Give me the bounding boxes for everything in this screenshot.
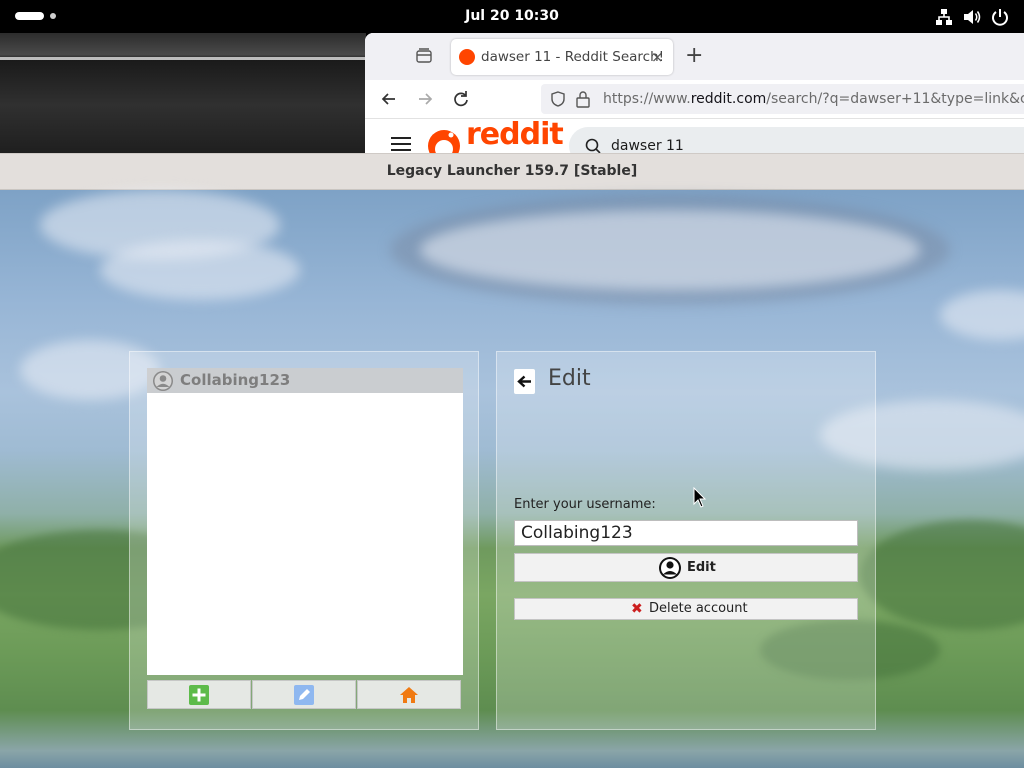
page-title: Edit [548, 366, 591, 391]
tab-strip: dawser 11 - Reddit Search! × + [365, 33, 1024, 80]
close-icon: ✖ [631, 601, 643, 617]
delete-account-label: Delete account [649, 601, 748, 616]
reload-icon[interactable] [451, 89, 471, 109]
window-titlebar[interactable]: Legacy Launcher 159.7 [Stable] [0, 153, 1024, 190]
volume-icon[interactable] [962, 7, 982, 27]
tab-title: dawser 11 - Reddit Search! [481, 49, 665, 65]
account-name: Collabing123 [180, 371, 291, 389]
search-icon [585, 138, 601, 153]
power-icon[interactable] [990, 7, 1010, 27]
account-avatar-icon [659, 557, 681, 579]
back-arrow-icon[interactable] [379, 89, 399, 109]
edit-account-icon [294, 685, 314, 705]
home-button[interactable] [357, 680, 461, 709]
edit-button-label: Edit [687, 560, 716, 575]
window-title: Legacy Launcher 159.7 [Stable] [386, 163, 638, 179]
address-bar[interactable]: https://www.reddit.com/search/?q=dawser+… [541, 84, 1024, 114]
reddit-favicon-icon [459, 49, 475, 65]
mouse-cursor-icon [693, 487, 707, 508]
account-toolbar [147, 680, 463, 709]
navigation-bar: https://www.reddit.com/search/?q=dawser+… [365, 80, 1024, 118]
network-icon[interactable] [934, 7, 954, 27]
account-item[interactable]: Collabing123 [147, 368, 463, 393]
shield-icon[interactable] [549, 90, 567, 108]
home-icon [400, 687, 418, 703]
reddit-wordmark[interactable]: reddit [466, 117, 564, 152]
add-account-icon [189, 685, 209, 705]
close-tab-icon[interactable]: × [651, 39, 664, 75]
menu-icon[interactable] [391, 137, 411, 151]
forward-arrow-icon[interactable] [415, 89, 435, 109]
clock[interactable]: Jul 20 10:30 [0, 0, 1024, 33]
url-text: https://www.reddit.com/search/?q=dawser+… [603, 91, 1024, 107]
background-window [0, 33, 366, 153]
account-list[interactable] [147, 393, 463, 675]
firefox-view-icon[interactable] [415, 47, 433, 65]
username-input[interactable] [514, 520, 858, 546]
new-tab-icon[interactable]: + [685, 45, 703, 67]
top-bar: Jul 20 10:30 [0, 0, 1024, 33]
firefox-window[interactable]: dawser 11 - Reddit Search! × + https://w… [365, 33, 1024, 153]
edit-button[interactable]: Edit [514, 553, 858, 582]
reddit-logo-icon[interactable] [427, 129, 461, 153]
lock-icon[interactable] [575, 90, 591, 108]
edit-account-panel: Edit Enter your username: Edit ✖ Delete … [496, 351, 876, 730]
delete-account-button[interactable]: ✖ Delete account [514, 598, 858, 620]
browser-tab[interactable]: dawser 11 - Reddit Search! × [451, 39, 673, 75]
edit-account-button[interactable] [252, 680, 356, 709]
reddit-search-input[interactable]: dawser 11 [569, 127, 1024, 153]
add-account-button[interactable] [147, 680, 251, 709]
search-query: dawser 11 [611, 138, 684, 153]
reddit-page: reddit dawser 11 [365, 117, 1024, 153]
account-list-panel: Collabing123 [129, 351, 479, 730]
account-avatar-icon [153, 371, 173, 391]
background-window-edge [0, 57, 366, 60]
back-button[interactable] [514, 369, 535, 394]
back-arrow-icon [517, 375, 531, 388]
launcher-window: Legacy Launcher 159.7 [Stable] Collabing… [0, 153, 1024, 768]
username-label: Enter your username: [514, 497, 656, 512]
